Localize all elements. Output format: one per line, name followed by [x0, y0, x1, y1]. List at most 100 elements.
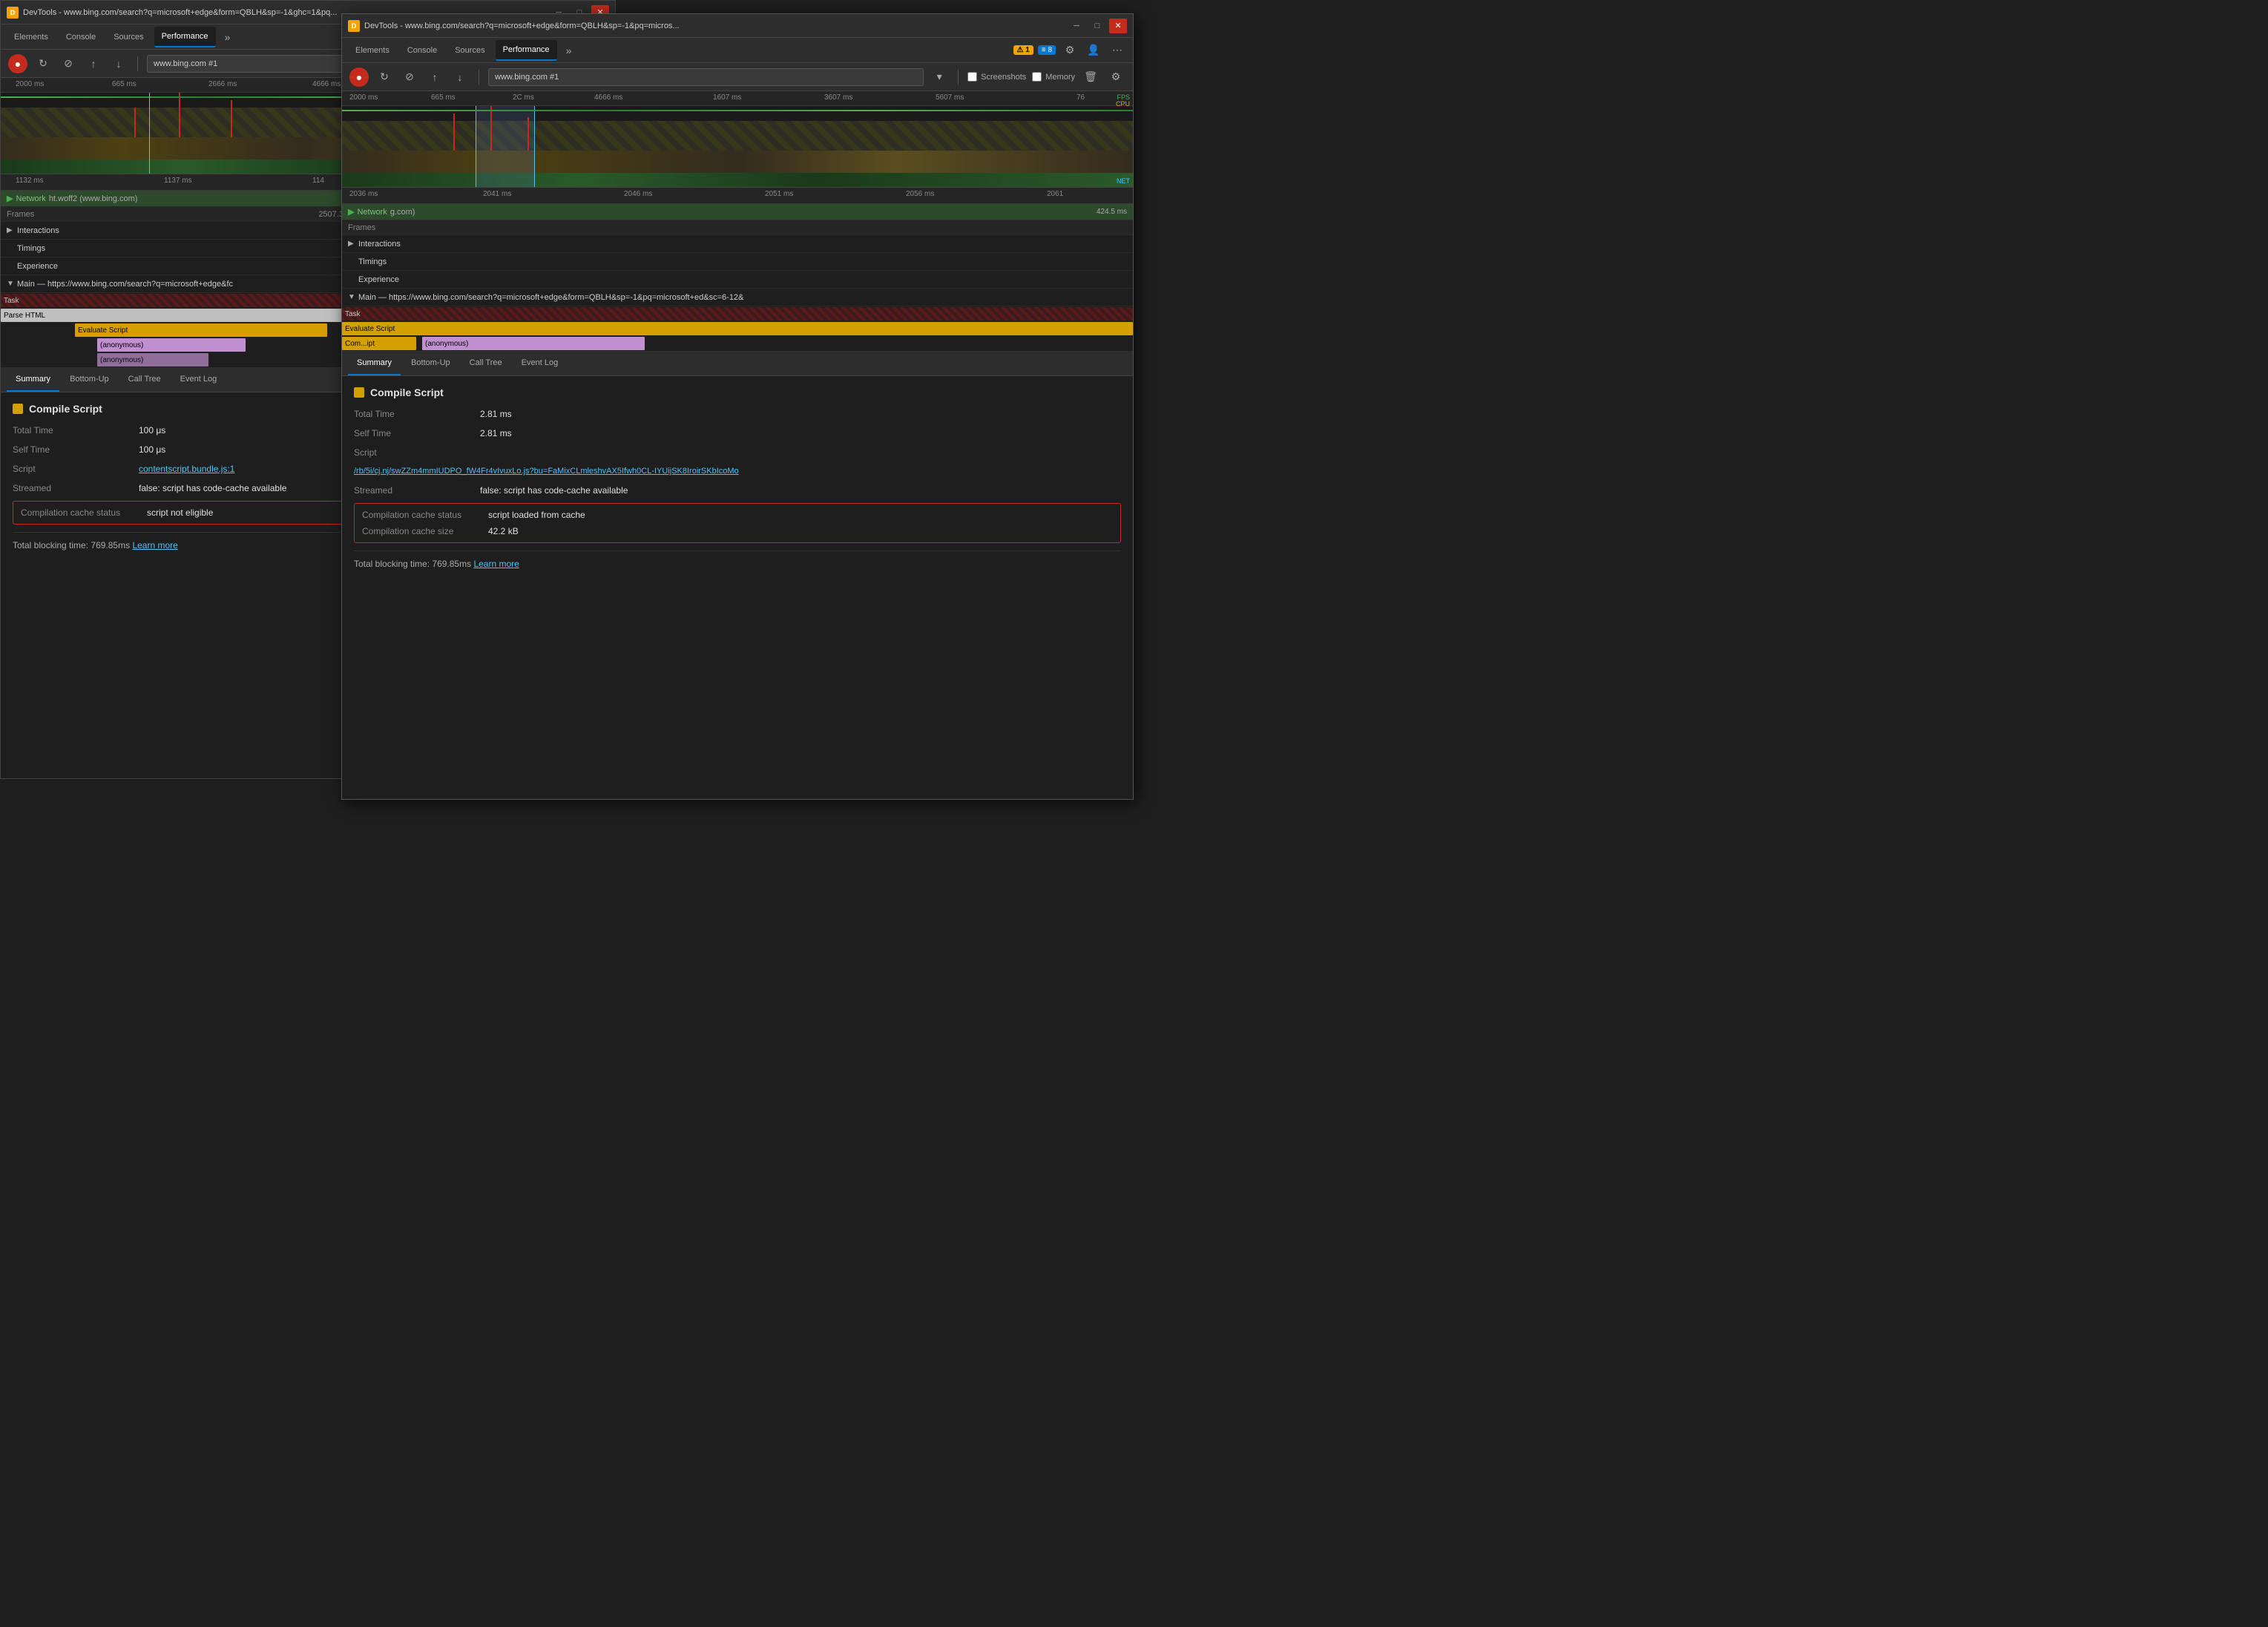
selection-region-2 [476, 106, 535, 188]
screenshots-checkbox[interactable] [967, 72, 977, 82]
tab-elements-2[interactable]: Elements [348, 40, 397, 61]
main-section-2[interactable]: ▼ Main — https://www.bing.com/search?q=m… [342, 289, 1133, 306]
btab-eventlog-1[interactable]: Event Log [171, 367, 226, 392]
window-title-2: DevTools - www.bing.com/search?q=microso… [364, 22, 1068, 30]
expand-network-1[interactable]: ▶ [7, 194, 13, 203]
btab-bottomup-label-1: Bottom-Up [70, 375, 109, 384]
devtools-icon-1: D [7, 7, 19, 19]
experience-row-2[interactable]: Experience [342, 271, 1133, 289]
rtick2-2061: 2061 [1047, 190, 1063, 198]
url-input-2[interactable] [488, 68, 924, 86]
refresh-btn-2[interactable]: ↻ [375, 68, 394, 87]
record-btn-1[interactable]: ● [8, 54, 27, 73]
tab-performance-2[interactable]: Performance [496, 40, 557, 61]
total-blocking-2: Total blocking time: 769.85ms Learn more [354, 550, 1121, 569]
summary-color-icon-2 [354, 387, 364, 398]
memory-checkbox[interactable] [1032, 72, 1042, 82]
tab-elements-1[interactable]: Elements [7, 27, 56, 47]
screenshots-cb-group: Screenshots [967, 72, 1026, 82]
minimize-btn-2[interactable]: ─ [1068, 19, 1085, 33]
tab-more-btn-2[interactable]: » [560, 42, 578, 59]
summary-title-text-1: Compile Script [29, 403, 102, 415]
flame-area-2: Task Evaluate Script Com...ipt (anonymou… [342, 306, 1133, 351]
network-row-2: ▶ Network g.com) 424.5 ms [342, 204, 1133, 220]
timeline-area-2[interactable]: 2000 ms 665 ms 2C ms 4666 ms 1607 ms 360… [342, 91, 1133, 188]
tab-sources-2[interactable]: Sources [447, 40, 492, 61]
parse-html-label-1: Parse HTML [4, 312, 45, 320]
tab-label: Console [66, 33, 96, 42]
total-time-key-2: Total Time [354, 407, 480, 421]
stop-btn-1[interactable]: ⊘ [59, 54, 78, 73]
network-duration-2: 424.5 ms [1097, 208, 1127, 216]
learn-more-link-2[interactable]: Learn more [473, 559, 519, 569]
cache-status-row-2: Compilation cache status script loaded f… [362, 508, 1113, 522]
script-key-2: Script [354, 446, 480, 459]
btab-summary-1[interactable]: Summary [7, 367, 59, 392]
upload-btn-1[interactable]: ↑ [84, 54, 103, 73]
download-btn-2[interactable]: ↓ [450, 68, 470, 87]
streamed-val-1: false: script has code-cache available [139, 481, 286, 495]
toolbar-sep-1 [137, 56, 138, 71]
warn-badge-2: ⚠ 1 [1013, 45, 1033, 55]
tab-console-1[interactable]: Console [59, 27, 103, 47]
btab-eventlog-2[interactable]: Event Log [513, 351, 568, 375]
maximize-btn-2[interactable]: □ [1088, 19, 1106, 33]
settings-btn-2b[interactable]: ⚙ [1106, 68, 1125, 87]
main-label-2: Main — https://www.bing.com/search?q=mic… [358, 293, 743, 302]
streamed-key-2: Streamed [354, 484, 480, 497]
btab-calltree-1[interactable]: Call Tree [119, 367, 170, 392]
experience-label-1: Experience [17, 262, 58, 271]
settings-btn-2[interactable]: ⚙ [1060, 41, 1079, 60]
anon-block-1: (anonymous) [97, 338, 246, 352]
user-btn-2[interactable]: 👤 [1084, 41, 1103, 60]
tick-665: 665 ms [112, 80, 137, 88]
cache-status-key-2: Compilation cache status [362, 508, 488, 522]
script-row-2: Script [354, 446, 1121, 459]
btab-calltree-2[interactable]: Call Tree [461, 351, 511, 375]
tab-sources-1[interactable]: Sources [106, 27, 151, 47]
url-dropdown-btn-2[interactable]: ▾ [930, 68, 949, 87]
btab-bottomup-1[interactable]: Bottom-Up [61, 367, 118, 392]
close-btn-2[interactable]: ✕ [1109, 19, 1127, 33]
rtick-114: 114 [312, 177, 324, 185]
task-row-2: Task [342, 306, 1133, 321]
total-blocking-val-1: 769.85ms [91, 540, 130, 550]
network-text-2: Network [357, 208, 387, 217]
tab-label: Sources [114, 33, 143, 42]
interactions-row-2[interactable]: ▶ Interactions [342, 235, 1133, 253]
total-time-key-1: Total Time [13, 424, 139, 437]
btab-summary-2[interactable]: Summary [348, 351, 401, 375]
timeline-ruler-2: 2000 ms 665 ms 2C ms 4666 ms 1607 ms 360… [342, 91, 1133, 106]
timings-row-2[interactable]: Timings [342, 253, 1133, 271]
tab-console-2[interactable]: Console [400, 40, 444, 61]
expand-network-2[interactable]: ▶ [348, 207, 354, 217]
expand-icon-main-1: ▼ [7, 280, 17, 288]
delete-btn-2[interactable]: 🗑 [1081, 68, 1100, 87]
rtick2-2056: 2056 ms [906, 190, 934, 198]
upload-btn-2[interactable]: ↑ [425, 68, 444, 87]
btab-bottomup-2[interactable]: Bottom-Up [402, 351, 459, 375]
memory-label: Memory [1045, 73, 1075, 82]
tab-label: Console [407, 46, 437, 55]
stop-btn-2[interactable]: ⊘ [400, 68, 419, 87]
more-btn-2[interactable]: ⋯ [1108, 41, 1127, 60]
learn-more-link-1[interactable]: Learn more [132, 540, 177, 550]
download-btn-1[interactable]: ↓ [109, 54, 128, 73]
cache-size-row-2: Compilation cache size 42.2 kB [362, 525, 1113, 538]
tick-2666: 2666 ms [208, 80, 237, 88]
streamed-key-1: Streamed [13, 481, 139, 495]
tick2-4666: 4666 ms [594, 93, 622, 102]
script-link-1[interactable]: contentscript.bundle.js:1 [139, 462, 234, 476]
eval-row-2: Evaluate Script [342, 321, 1133, 336]
record-btn-2[interactable]: ● [349, 68, 369, 87]
self-time-val-1: 100 μs [139, 443, 165, 456]
tab-more-btn-1[interactable]: » [219, 28, 237, 46]
eval-script-label-2: Evaluate Script [345, 325, 395, 333]
refresh-btn-1[interactable]: ↻ [33, 54, 53, 73]
script-link-2[interactable]: /rb/5i/cj.nj/swZZm4mmIUDPO_fW4Fr4vIvuxLo… [354, 465, 739, 478]
script-key-1: Script [13, 462, 139, 476]
tab-performance-1[interactable]: Performance [154, 27, 216, 47]
self-time-key-1: Self Time [13, 443, 139, 456]
task-block-2: Task [342, 307, 1133, 321]
cache-status-key-1: Compilation cache status [21, 506, 147, 519]
